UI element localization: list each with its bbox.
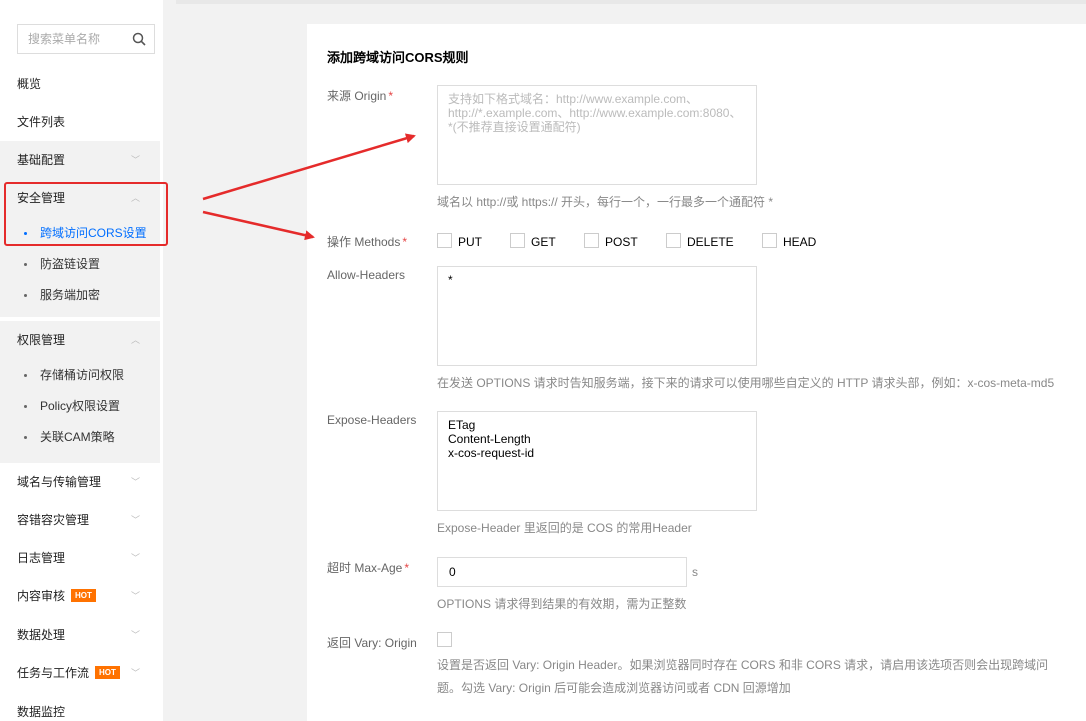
menu-item-data-process[interactable]: 数据处理 ﹀ — [0, 616, 160, 654]
checkbox-label: GET — [531, 235, 556, 249]
menu-item-overview[interactable]: 概览 — [0, 65, 160, 103]
vary-origin-checkbox[interactable] — [437, 632, 452, 647]
menu-label: 概览 — [17, 77, 42, 91]
menu-label: 容错容灾管理 — [17, 513, 90, 527]
bullet-icon — [24, 263, 27, 266]
vary-hint-line1: 设置是否返回 Vary: Origin Header。如果浏览器同时存在 COR… — [437, 658, 1049, 672]
menu-label: 域名与传输管理 — [17, 475, 102, 489]
origin-placeholder: 支持如下格式域名：http://www.example.com、 http://… — [448, 92, 742, 134]
max-age-label: 超时 Max-Age * — [327, 559, 409, 576]
required-mark: * — [402, 235, 408, 249]
checkbox-label: PUT — [458, 235, 482, 249]
max-age-label-text: 超时 Max-Age — [327, 561, 403, 575]
chevron-down-icon: ﹀ — [130, 668, 140, 678]
expose-headers-hint: Expose-Header 里返回的是 COS 的常用Header — [437, 521, 692, 535]
max-age-input[interactable]: 0 — [437, 557, 687, 587]
required-mark: * — [404, 561, 410, 575]
allow-headers-hint: 在发送 OPTIONS 请求时告知服务端，接下来的请求可以使用哪些自定义的 HT… — [437, 376, 1055, 390]
annotation-highlight-box — [4, 182, 168, 246]
menu-label: 任务与工作流 — [17, 666, 90, 680]
sub-label: 服务端加密 — [40, 288, 101, 302]
menu-item-workflow[interactable]: 任务与工作流 HOT ﹀ — [0, 654, 160, 692]
menu-search-input[interactable] — [18, 25, 126, 53]
origin-label-text: 来源 Origin — [327, 89, 387, 103]
sub-item-bucket-acl[interactable]: 存储桶访问权限 — [0, 360, 160, 390]
page-title: 添加跨域访问CORS规则 — [327, 50, 469, 65]
required-mark: * — [388, 89, 394, 103]
chevron-up-icon: ︿ — [130, 335, 140, 345]
menu-item-file-list[interactable]: 文件列表 — [0, 103, 160, 141]
sub-item-hotlink[interactable]: 防盗链设置 — [0, 249, 160, 279]
hot-badge: HOT — [71, 589, 96, 603]
menu-label: 数据处理 — [17, 628, 66, 642]
hot-badge: HOT — [95, 666, 120, 680]
checkbox-box[interactable] — [510, 233, 525, 248]
menu-item-disaster[interactable]: 容错容灾管理 ﹀ — [0, 501, 160, 539]
menu-label: 内容审核 — [17, 589, 66, 603]
origin-hint: 域名以 http://或 https:// 开头，每行一个，一行最多一个通配符 … — [437, 195, 774, 209]
checkbox-box[interactable] — [437, 233, 452, 248]
checkbox-box[interactable] — [584, 233, 599, 248]
sub-item-cam[interactable]: 关联CAM策略 — [0, 422, 160, 452]
menu-label: 文件列表 — [17, 115, 66, 129]
chevron-down-icon: ﹀ — [130, 155, 140, 165]
methods-label: 操作 Methods * — [327, 233, 407, 250]
menu-label: 基础配置 — [17, 153, 66, 167]
sidebar-scrollbar[interactable] — [163, 0, 170, 721]
search-icon[interactable] — [132, 32, 146, 46]
permission-group: 权限管理 ︿ 存储桶访问权限 Policy权限设置 关联CAM策略 — [0, 321, 160, 463]
bullet-icon — [24, 405, 27, 408]
vary-label: 返回 Vary: Origin — [327, 636, 417, 650]
bullet-icon — [24, 374, 27, 377]
sub-label: 关联CAM策略 — [40, 430, 115, 444]
methods-label-text: 操作 Methods — [327, 235, 401, 249]
menu-label: 日志管理 — [17, 551, 66, 565]
menu-item-domain[interactable]: 域名与传输管理 ﹀ — [0, 463, 160, 501]
sub-item-server-encrypt[interactable]: 服务端加密 — [0, 280, 160, 310]
menu-item-log[interactable]: 日志管理 ﹀ — [0, 539, 160, 577]
sub-label: 存储桶访问权限 — [40, 368, 125, 382]
menu-search — [17, 24, 155, 54]
menu-label: 数据监控 — [17, 705, 66, 719]
chevron-down-icon: ﹀ — [130, 591, 140, 601]
origin-textarea[interactable]: 支持如下格式域名：http://www.example.com、 http://… — [437, 85, 757, 185]
max-age-hint: OPTIONS 请求得到结果的有效期，需为正整数 — [437, 597, 687, 611]
menu-item-monitor[interactable]: 数据监控 — [0, 693, 160, 721]
chevron-down-icon: ﹀ — [130, 477, 140, 487]
sub-item-policy[interactable]: Policy权限设置 — [0, 391, 160, 421]
expose-headers-label: Expose-Headers — [327, 413, 417, 427]
arrow-to-methods — [202, 210, 315, 241]
checkbox-box[interactable] — [762, 233, 777, 248]
checkbox-label: DELETE — [687, 235, 734, 249]
sub-label: Policy权限设置 — [40, 399, 121, 413]
menu-label: 权限管理 — [17, 333, 66, 347]
sidebar: 概览 文件列表 基础配置﹀ 安全管理︿ 跨域访问CORS设置 防盗链设置 服务端… — [0, 0, 170, 721]
chevron-down-icon: ﹀ — [130, 515, 140, 525]
chevron-down-icon: ﹀ — [130, 553, 140, 563]
vary-hint-line2: 题。勾选 Vary: Origin 后可能会造成浏览器访问或者 CDN 回源增加 — [437, 681, 791, 695]
allow-headers-textarea[interactable]: * — [437, 266, 757, 366]
bullet-icon — [24, 436, 27, 439]
bullet-icon — [24, 294, 27, 297]
menu-item-basic-config[interactable]: 基础配置 ﹀ — [0, 141, 160, 179]
menu-item-content-audit[interactable]: 内容审核 HOT ﹀ — [0, 577, 160, 615]
checkbox-label: HEAD — [783, 235, 817, 249]
checkbox-box[interactable] — [666, 233, 681, 248]
expose-headers-textarea[interactable]: ETag Content-Length x-cos-request-id — [437, 411, 757, 511]
sub-label: 防盗链设置 — [40, 257, 101, 271]
menu-item-permission[interactable]: 权限管理 ︿ — [0, 321, 160, 359]
allow-headers-label: Allow-Headers — [327, 268, 406, 282]
max-age-unit: s — [692, 565, 698, 579]
top-strip — [176, 0, 1086, 4]
chevron-down-icon: ﹀ — [130, 630, 140, 640]
checkbox-label: POST — [605, 235, 638, 249]
origin-label: 来源 Origin * — [327, 87, 393, 104]
